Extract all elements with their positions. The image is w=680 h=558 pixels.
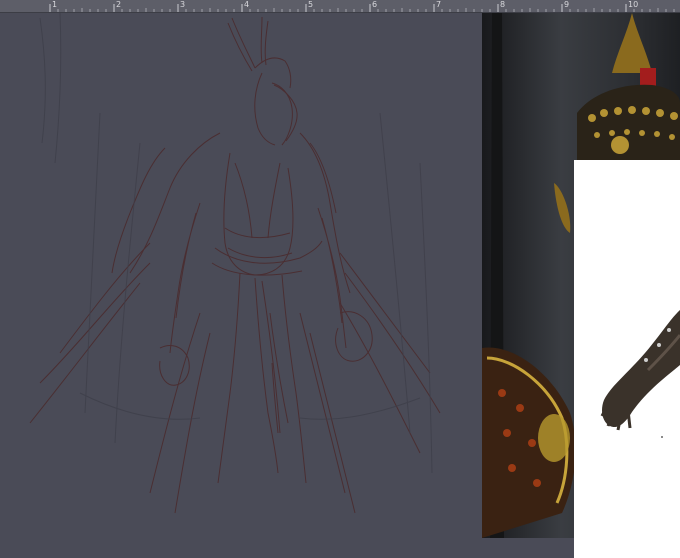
ruler-label-2: 2 <box>116 0 122 9</box>
ruler-label-7: 7 <box>436 0 442 9</box>
gauntlet-image <box>574 160 680 558</box>
reference-gauntlet-cutout[interactable] <box>574 160 680 558</box>
ruler-label-3: 3 <box>180 0 186 9</box>
canvas-gap <box>482 538 574 558</box>
ruler-label-9: 9 <box>564 0 570 9</box>
ruler-label-10: 10 <box>628 0 639 9</box>
ruler-ticks <box>49 4 675 12</box>
character-sketch <box>29 13 441 514</box>
ruler-label-1: 1 <box>52 0 58 9</box>
ruler-label-4: 4 <box>244 0 250 9</box>
drawing-canvas[interactable] <box>0 13 680 558</box>
ruler-label-8: 8 <box>500 0 506 9</box>
ruler-label-5: 5 <box>308 0 314 9</box>
top-ruler[interactable]: 1 2 3 4 5 6 7 8 9 10 <box>0 0 680 13</box>
ruler-label-6: 6 <box>372 0 378 9</box>
